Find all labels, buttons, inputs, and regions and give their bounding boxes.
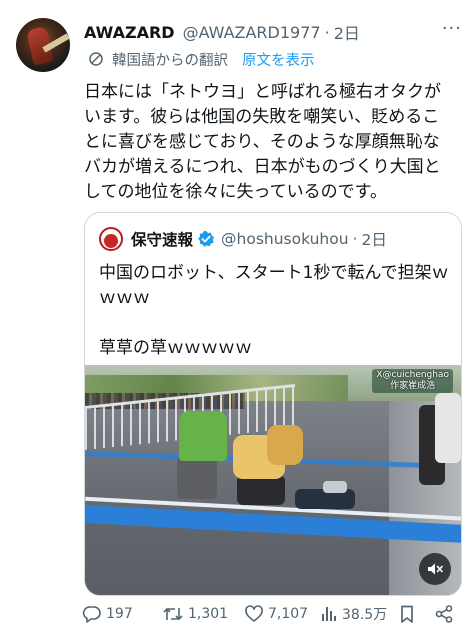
quoted-post[interactable]: 保守速報 @hoshusokuhou · 2日 中国のロボット、スタート1秒で転… bbox=[84, 212, 462, 596]
share-icon bbox=[435, 605, 453, 623]
reply-button[interactable]: 197 bbox=[82, 604, 133, 624]
video-person bbox=[435, 393, 461, 463]
post-header: AWAZARD @AWAZARD1977 · 2日 bbox=[84, 20, 458, 44]
quoted-post-header: 保守速報 @hoshusokuhou · 2日 bbox=[99, 227, 387, 251]
time-separator: · bbox=[324, 22, 330, 42]
translate-icon bbox=[89, 52, 103, 66]
post-text: 日本には「ネトウヨ」と呼ばれる極右オタクがいます。彼らは他国の失敗を嘲笑い、貶め… bbox=[84, 82, 441, 202]
video-person bbox=[179, 411, 227, 461]
author-handle[interactable]: @AWAZARD1977 bbox=[183, 23, 321, 42]
mute-button[interactable] bbox=[419, 553, 451, 585]
views-icon bbox=[322, 607, 336, 621]
author-name[interactable]: AWAZARD bbox=[84, 23, 175, 42]
share-button[interactable] bbox=[434, 604, 458, 624]
video-person bbox=[237, 475, 285, 505]
bookmark-button[interactable] bbox=[398, 604, 420, 624]
bookmark-icon bbox=[401, 605, 413, 623]
reply-icon bbox=[82, 606, 101, 623]
video-person bbox=[267, 425, 303, 465]
quoted-post-text: 中国のロボット、スタート1秒で転んで担架ｗｗｗｗ 草草の草ｗｗｗｗｗ bbox=[99, 263, 449, 358]
repost-button[interactable]: 1,301 bbox=[162, 604, 228, 624]
reply-count: 197 bbox=[106, 606, 133, 622]
translation-note: 韓国語からの翻訳 bbox=[112, 52, 228, 69]
show-original-link[interactable]: 原文を表示 bbox=[242, 49, 315, 70]
quoted-video[interactable]: X@cuichenghao 作家崔成浩 bbox=[85, 365, 461, 595]
repost-count: 1,301 bbox=[188, 606, 229, 622]
quoted-author-avatar bbox=[99, 227, 123, 251]
watermark-line: 作家崔成浩 bbox=[390, 381, 436, 391]
repost-icon bbox=[163, 608, 183, 620]
post-time[interactable]: 2日 bbox=[334, 20, 360, 44]
speaker-muted-icon bbox=[428, 563, 443, 575]
like-button[interactable]: 7,107 bbox=[244, 604, 308, 624]
author-avatar[interactable] bbox=[16, 18, 70, 72]
quoted-time-separator: · bbox=[352, 230, 358, 248]
watermark-line: X@cuichenghao bbox=[376, 370, 449, 380]
quoted-post-time: 2日 bbox=[361, 231, 387, 249]
quoted-author-handle: @hoshusokuhou bbox=[221, 230, 349, 248]
verified-badge-icon bbox=[197, 230, 215, 248]
more-options-icon[interactable]: ··· bbox=[442, 18, 462, 39]
translation-bar: 韓国語からの翻訳 原文を表示 bbox=[88, 48, 315, 70]
views-button[interactable]: 38.5万 bbox=[320, 604, 387, 624]
video-robot-part bbox=[323, 481, 347, 493]
like-count: 7,107 bbox=[268, 606, 309, 622]
video-watermark: X@cuichenghao 作家崔成浩 bbox=[372, 369, 453, 393]
view-count: 38.5万 bbox=[342, 607, 388, 623]
action-bar: 197 1,301 7,107 38.5万 bbox=[80, 602, 460, 626]
heart-icon bbox=[245, 605, 263, 622]
quoted-author-name: 保守速報 bbox=[131, 231, 194, 249]
video-person bbox=[177, 457, 217, 499]
